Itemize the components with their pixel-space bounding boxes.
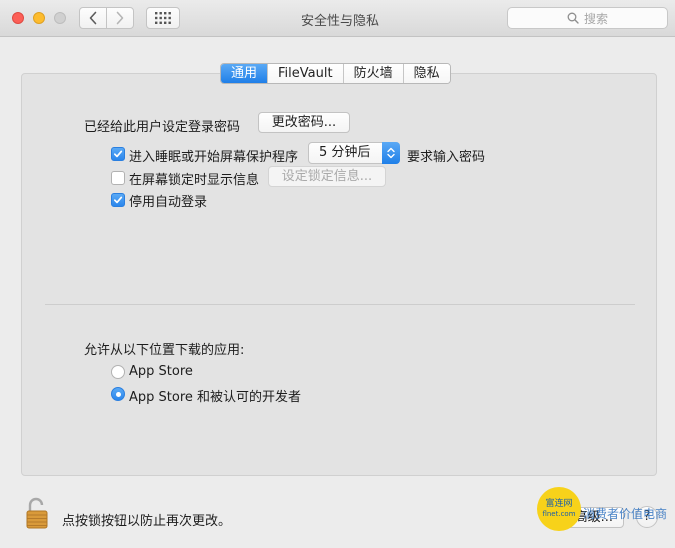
- sleep-checkbox-label: 进入睡眠或开始屏幕保护程序: [129, 150, 299, 165]
- disable-autologin-checkbox[interactable]: [111, 193, 125, 207]
- grid-icon: [155, 12, 171, 24]
- tab-filevault[interactable]: FileVault: [267, 64, 343, 83]
- watermark-logo: 富连网 flnet.com: [537, 487, 581, 531]
- back-button[interactable]: [79, 7, 107, 29]
- show-all-button[interactable]: [146, 7, 180, 29]
- require-password-label: 要求输入密码: [407, 150, 486, 165]
- password-delay-select[interactable]: 5 分钟后: [308, 142, 400, 164]
- select-arrows-icon: [382, 142, 400, 164]
- forward-button[interactable]: [106, 7, 134, 29]
- password-label: 已经给此用户设定登录密码: [84, 120, 241, 135]
- search-field[interactable]: 搜索: [507, 7, 668, 29]
- preferences-window: 安全性与隐私 搜索 通用 FileVault 防火墙 隐私 已经给此用户设定登录…: [0, 0, 675, 548]
- search-placeholder: 搜索: [583, 11, 608, 26]
- radio-app-store-identified[interactable]: [111, 387, 125, 401]
- window-title: 安全性与隐私: [300, 14, 379, 29]
- radio-app-store[interactable]: [111, 365, 125, 379]
- minimize-window-button[interactable]: [33, 12, 45, 24]
- sleep-require-password-checkbox[interactable]: [111, 147, 125, 161]
- radio-app-store-identified-label: App Store 和被认可的开发者: [129, 390, 302, 405]
- close-window-button[interactable]: [12, 12, 24, 24]
- chevron-right-icon: [116, 11, 124, 25]
- title-bar: 安全性与隐私 搜索: [0, 0, 675, 37]
- search-icon: [567, 12, 579, 24]
- lock-message-checkbox[interactable]: [111, 171, 125, 185]
- disable-autologin-label: 停用自动登录: [129, 195, 208, 210]
- checkmark-icon: [113, 196, 123, 204]
- section-divider: [45, 304, 635, 305]
- watermark-logo-line1: 富连网: [545, 499, 573, 509]
- set-lock-message-button[interactable]: 设定锁定信息...: [268, 166, 386, 187]
- lock-icon[interactable]: [25, 496, 49, 530]
- zoom-window-button[interactable]: [54, 12, 66, 24]
- tab-firewall[interactable]: 防火墙: [342, 64, 403, 83]
- downloads-heading: 允许从以下位置下载的应用:: [84, 343, 245, 358]
- tab-privacy[interactable]: 隐私: [402, 64, 450, 83]
- general-panel: 已经给此用户设定登录密码 更改密码... 进入睡眠或开始屏幕保护程序 5 分钟后…: [21, 73, 657, 476]
- password-delay-value: 5 分钟后: [319, 145, 371, 160]
- lock-status-text: 点按锁按钮以防止再次更改。: [62, 514, 232, 529]
- change-password-button[interactable]: 更改密码...: [258, 112, 350, 133]
- checkmark-icon: [113, 150, 123, 158]
- watermark-text: 消费者价值电商: [583, 507, 668, 521]
- chevron-left-icon: [89, 11, 97, 25]
- watermark-logo-line2: flnet.com: [542, 510, 576, 518]
- tab-bar: 通用 FileVault 防火墙 隐私: [220, 63, 451, 84]
- radio-app-store-label: App Store: [129, 364, 193, 379]
- lock-message-label: 在屏幕锁定时显示信息: [129, 173, 260, 188]
- tab-general[interactable]: 通用: [221, 64, 268, 83]
